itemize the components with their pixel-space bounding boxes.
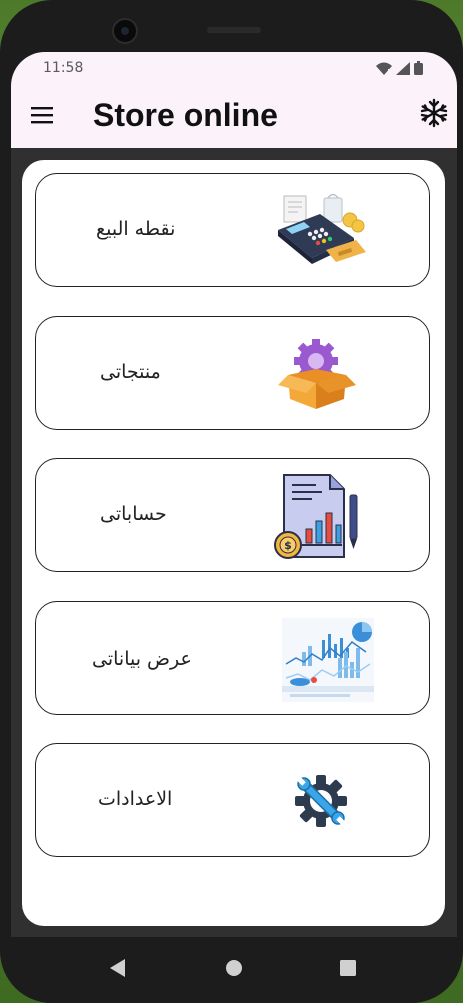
menu-item-point-of-sale[interactable]: نقطه البيع: [35, 173, 430, 287]
settings-gear-icon: [295, 775, 347, 827]
battery-icon: [414, 61, 423, 75]
recents-nav-icon[interactable]: [339, 959, 357, 977]
menu-item-my-products[interactable]: منتجاتى: [35, 316, 430, 430]
menu-item-label: حساباتى: [100, 503, 167, 525]
data-charts-icon: [282, 618, 374, 702]
menu-item-label: عرض بياناتى: [92, 648, 192, 670]
menu-card: نقطه البيع منتجاتى حساباتى $ عرض بياناتى…: [22, 160, 445, 926]
app-bar: Store online: [11, 84, 457, 148]
snowflake-icon[interactable]: [419, 98, 449, 128]
front-camera: [112, 18, 138, 44]
phone-frame: 11:58 Store online نقطه البيع منتجاتى حس…: [0, 0, 463, 1003]
app-title: Store online: [93, 97, 278, 133]
menu-item-settings[interactable]: الاعدادات: [35, 743, 430, 857]
menu-item-label: الاعدادات: [98, 788, 173, 810]
accounts-report-icon: $: [274, 474, 358, 559]
status-time: 11:58: [43, 60, 84, 76]
menu-item-label: منتجاتى: [100, 361, 161, 383]
status-icons: [376, 61, 423, 75]
menu-item-view-my-data[interactable]: عرض بياناتى: [35, 601, 430, 715]
navigation-bar: [11, 937, 457, 1003]
earpiece-speaker: [207, 27, 261, 33]
pos-terminal-icon: [278, 193, 366, 264]
svg-text:$: $: [284, 539, 292, 552]
back-nav-icon[interactable]: [109, 958, 127, 978]
menu-item-my-accounts[interactable]: حساباتى $: [35, 458, 430, 572]
menu-item-label: نقطه البيع: [96, 218, 176, 240]
screen: 11:58 Store online نقطه البيع منتجاتى حس…: [11, 52, 457, 1003]
wifi-icon: [376, 62, 392, 75]
cell-signal-icon: [396, 61, 410, 75]
status-bar: 11:58: [11, 52, 457, 84]
home-nav-icon[interactable]: [224, 958, 244, 978]
hamburger-menu-icon[interactable]: [31, 104, 53, 126]
product-box-icon: [278, 339, 356, 409]
